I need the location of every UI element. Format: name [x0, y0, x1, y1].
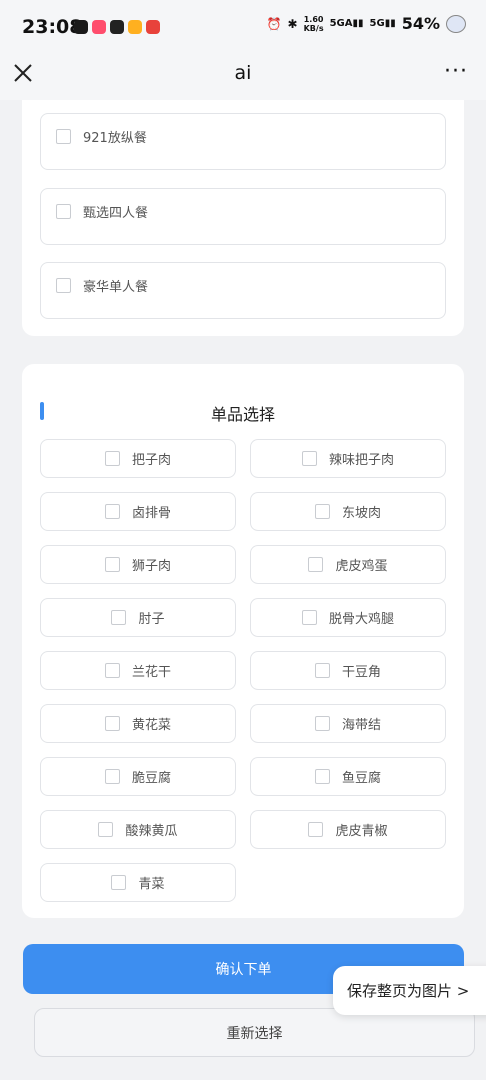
- item-option[interactable]: 鱼豆腐: [250, 757, 446, 796]
- item-label: 狮子肉: [131, 559, 171, 574]
- checkbox[interactable]: [314, 663, 330, 678]
- item-option[interactable]: 虎皮鸡蛋: [250, 545, 446, 584]
- item-option[interactable]: 把子肉: [40, 439, 236, 478]
- signal-5g-icon: 5G▮▮: [369, 18, 396, 29]
- app-notification-icon: [146, 20, 160, 34]
- checkbox[interactable]: [111, 610, 127, 625]
- checkbox[interactable]: [104, 451, 120, 466]
- item-label: 辣味把子肉: [328, 453, 394, 468]
- meal-option[interactable]: 甄选四人餐: [40, 188, 446, 245]
- more-icon[interactable]: ···: [444, 61, 468, 83]
- signal-5ga-icon: 5GA▮▮: [329, 18, 364, 29]
- checkbox[interactable]: [104, 557, 120, 572]
- item-label: 酸辣黄瓜: [125, 824, 178, 839]
- reset-selection-button[interactable]: 重新选择: [34, 1008, 475, 1057]
- item-option[interactable]: 辣味把子肉: [250, 439, 446, 478]
- meal-option-label: 甄选四人餐: [83, 206, 149, 221]
- status-bar: 23:08 ⏰ ✱ 1.60 KB/s 5GA▮▮ 5G▮▮ 54%: [0, 0, 486, 56]
- checkbox[interactable]: [314, 769, 330, 784]
- checkbox[interactable]: [314, 716, 330, 731]
- item-option[interactable]: 狮子肉: [40, 545, 236, 584]
- item-option[interactable]: 青菜: [40, 863, 236, 902]
- checkbox[interactable]: [104, 769, 120, 784]
- item-label: 东坡肉: [341, 506, 381, 521]
- status-right: ⏰ ✱ 1.60 KB/s 5GA▮▮ 5G▮▮ 54%: [267, 14, 466, 33]
- meal-option-label: 921放纵餐: [83, 131, 147, 146]
- item-option[interactable]: 东坡肉: [250, 492, 446, 531]
- item-label: 虎皮鸡蛋: [335, 559, 388, 574]
- item-option[interactable]: 兰花干: [40, 651, 236, 690]
- app-notification-icon: [128, 20, 142, 34]
- bluetooth-icon: ✱: [287, 16, 298, 31]
- checkbox[interactable]: [301, 451, 317, 466]
- item-option[interactable]: 卤排骨: [40, 492, 236, 531]
- cat-avatar-icon: [446, 14, 466, 33]
- item-label: 青菜: [138, 877, 165, 892]
- item-label: 虎皮青椒: [335, 824, 388, 839]
- checkbox[interactable]: [104, 504, 120, 519]
- checkbox[interactable]: [56, 129, 71, 144]
- meal-option[interactable]: 921放纵餐: [40, 113, 446, 170]
- signal-label-1: 5GA: [329, 18, 353, 29]
- item-option[interactable]: 酸辣黄瓜: [40, 810, 236, 849]
- app-notification-icon: [110, 20, 124, 34]
- signal-label-2: 5G: [369, 18, 385, 29]
- alarm-icon: ⏰: [266, 16, 282, 31]
- notification-icons: [74, 20, 160, 34]
- item-label: 干豆角: [341, 665, 381, 680]
- content: 921放纵餐 甄选四人餐 豪华单人餐 单品选择 把子肉 辣味把子肉 卤排骨 东坡…: [0, 100, 486, 1080]
- item-option[interactable]: 海带结: [250, 704, 446, 743]
- item-label: 把子肉: [131, 453, 171, 468]
- item-option[interactable]: 脱骨大鸡腿: [250, 598, 446, 637]
- meal-options-card: 921放纵餐 甄选四人餐 豪华单人餐: [22, 100, 464, 336]
- checkbox[interactable]: [104, 663, 120, 678]
- checkbox[interactable]: [111, 875, 127, 890]
- checkbox[interactable]: [56, 204, 71, 219]
- item-option[interactable]: 肘子: [40, 598, 236, 637]
- item-label: 黄花菜: [131, 718, 171, 733]
- item-option[interactable]: 干豆角: [250, 651, 446, 690]
- item-label: 肘子: [138, 612, 165, 627]
- item-label: 海带结: [341, 718, 381, 733]
- checkbox[interactable]: [301, 610, 317, 625]
- item-option[interactable]: 虎皮青椒: [250, 810, 446, 849]
- nav-bar: ai ···: [0, 50, 486, 100]
- meal-option-label: 豪华单人餐: [83, 280, 149, 295]
- speed-value: 1.60: [303, 14, 324, 24]
- checkbox[interactable]: [56, 278, 71, 293]
- meal-option[interactable]: 豪华单人餐: [40, 262, 446, 319]
- item-label: 脱骨大鸡腿: [328, 612, 394, 627]
- item-label: 鱼豆腐: [341, 771, 381, 786]
- battery-percent: 54%: [401, 14, 440, 33]
- speed-unit: KB/s: [303, 23, 324, 33]
- checkbox[interactable]: [308, 557, 324, 572]
- item-option[interactable]: 脆豆腐: [40, 757, 236, 796]
- page-title: ai: [234, 62, 252, 84]
- network-speed: 1.60 KB/s: [304, 15, 324, 33]
- items-card: 单品选择 把子肉 辣味把子肉 卤排骨 东坡肉 狮子肉 虎皮鸡蛋 肘子 脱骨大鸡腿…: [22, 364, 464, 918]
- item-option[interactable]: 黄花菜: [40, 704, 236, 743]
- save-page-as-image-button[interactable]: 保存整页为图片 >: [333, 966, 486, 1015]
- item-label: 脆豆腐: [131, 771, 171, 786]
- item-label: 兰花干: [131, 665, 171, 680]
- checkbox[interactable]: [308, 822, 324, 837]
- item-label: 卤排骨: [131, 506, 171, 521]
- app-notification-icon: [92, 20, 106, 34]
- checkbox[interactable]: [98, 822, 114, 837]
- app-notification-icon: [74, 20, 88, 34]
- checkbox[interactable]: [104, 716, 120, 731]
- checkbox[interactable]: [314, 504, 330, 519]
- section-title: 单品选择: [210, 405, 275, 424]
